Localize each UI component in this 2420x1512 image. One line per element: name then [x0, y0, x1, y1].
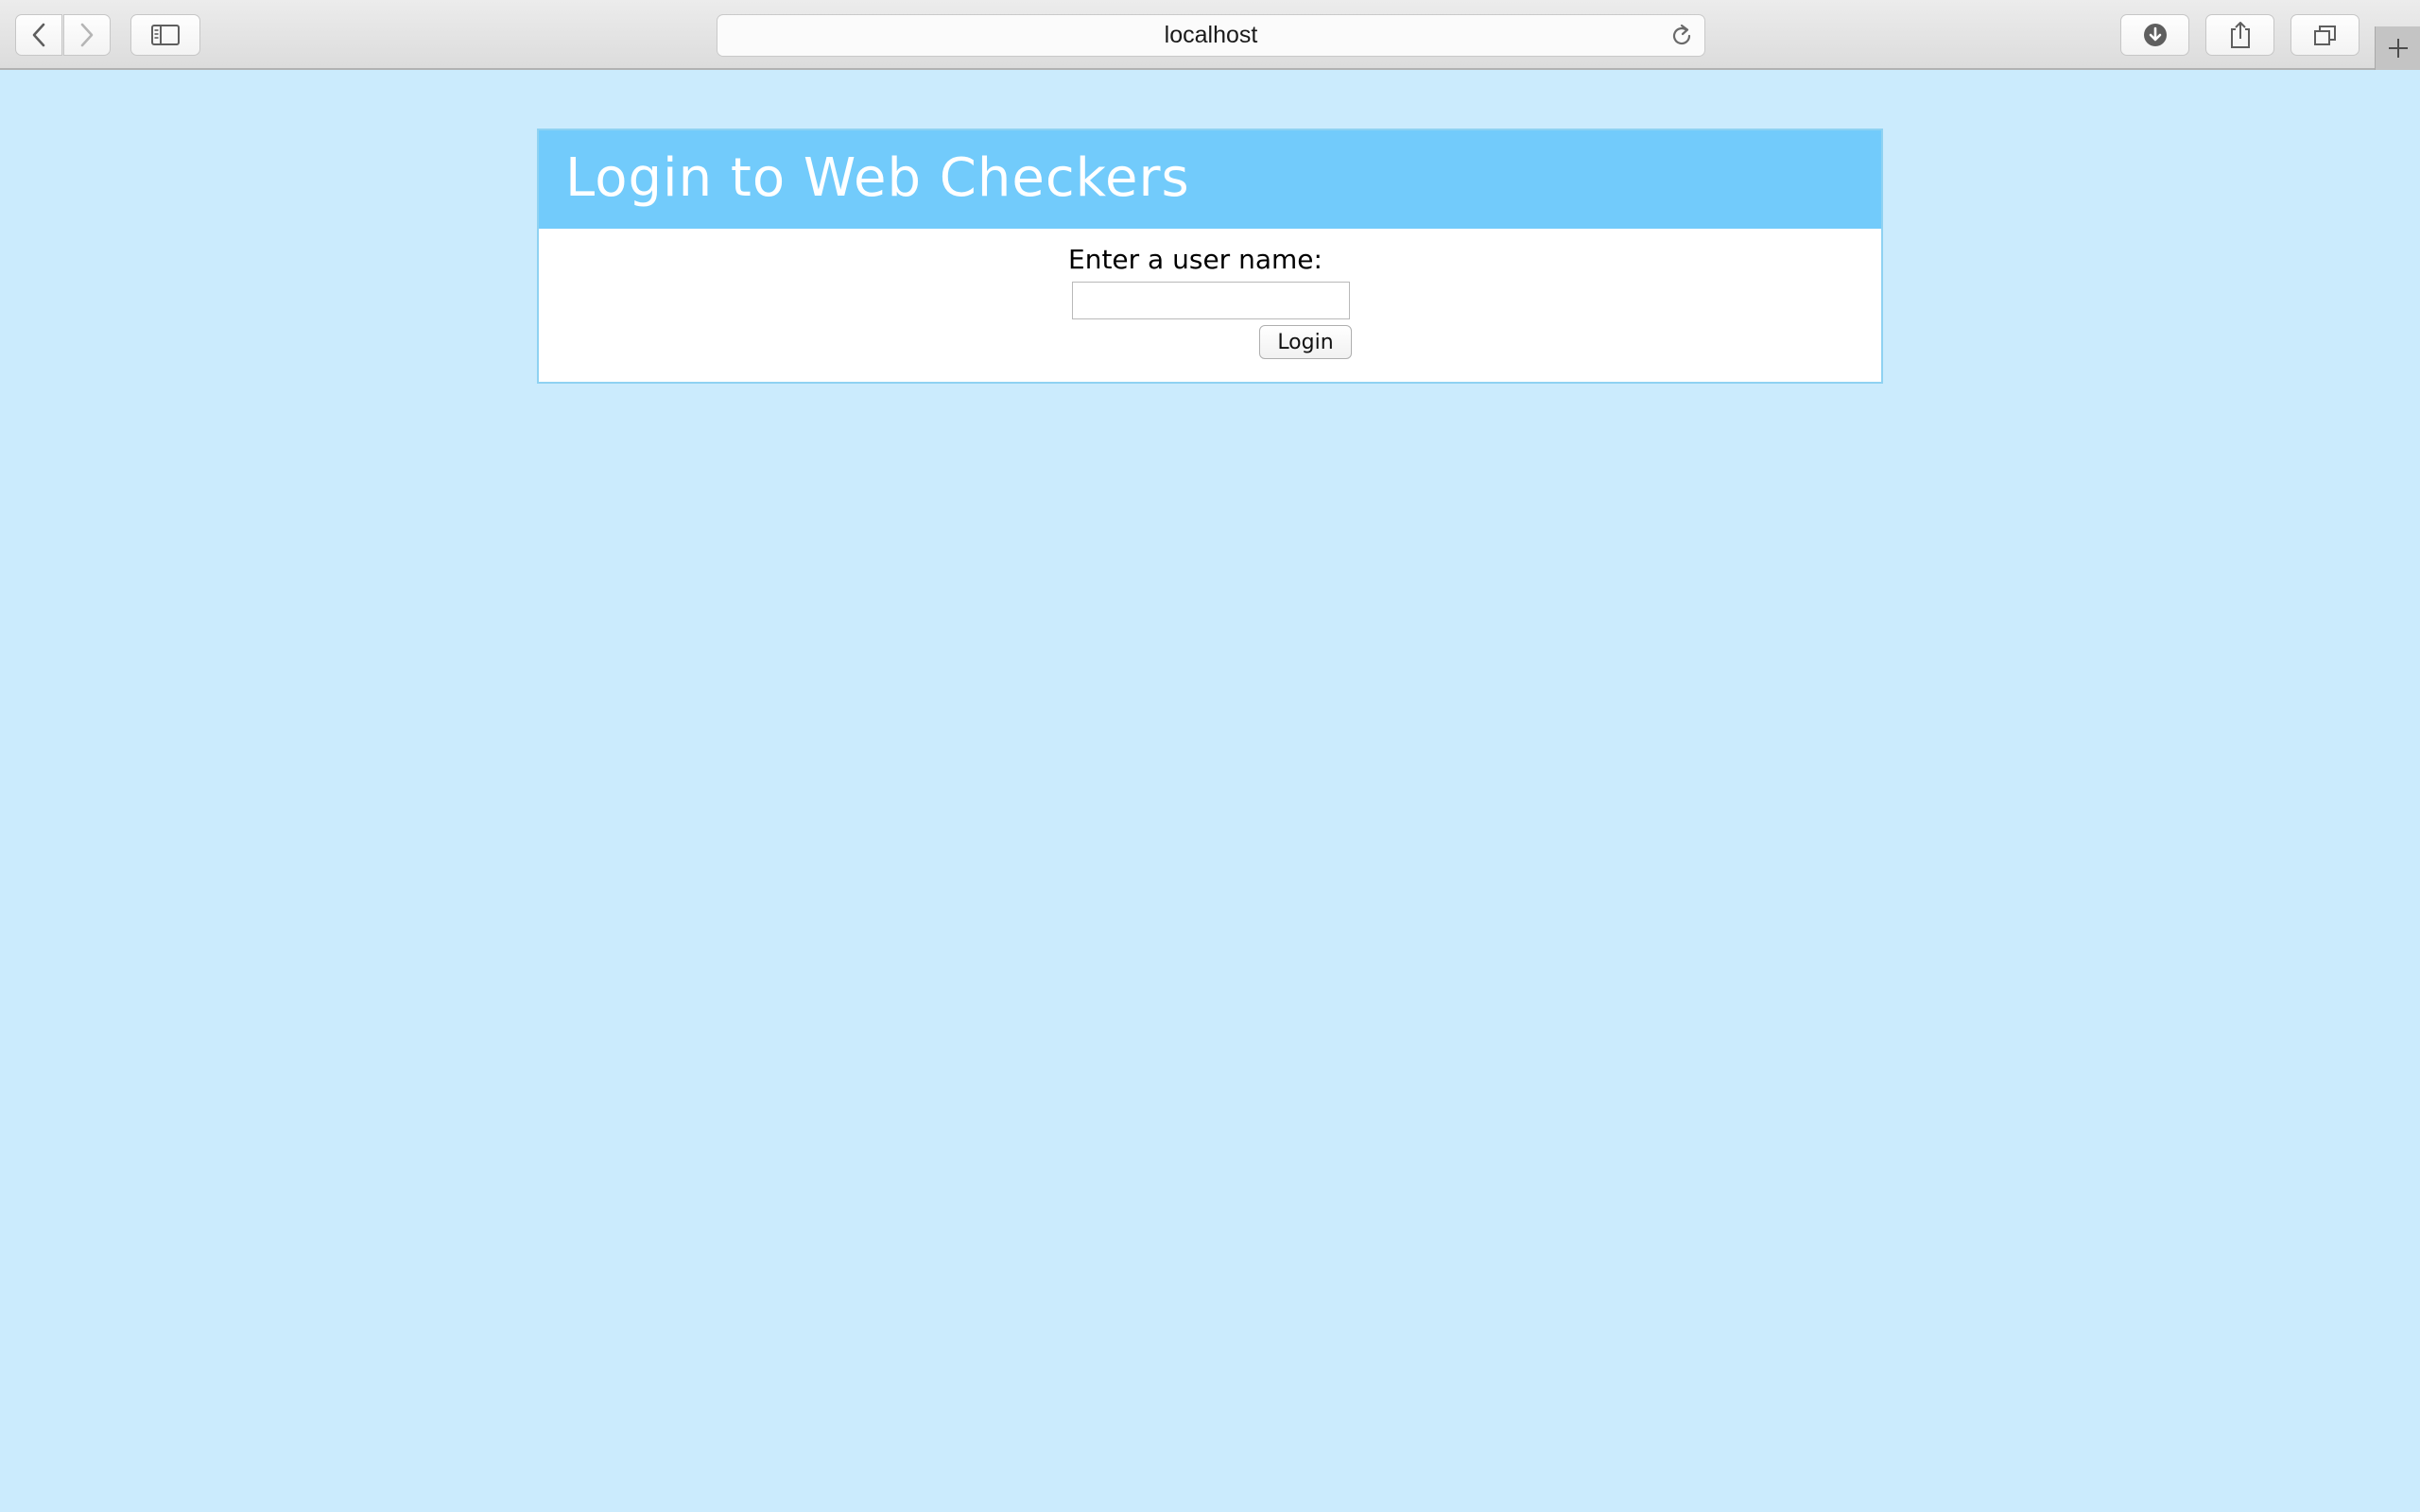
login-form: Enter a user name: Login — [539, 229, 1881, 384]
login-button[interactable]: Login — [1259, 325, 1352, 359]
sidebar-icon — [151, 25, 180, 45]
address-text: localhost — [1164, 22, 1258, 48]
chevron-right-icon — [80, 23, 94, 47]
username-input[interactable] — [1072, 282, 1350, 319]
plus-icon — [2388, 39, 2408, 58]
login-header: Login to Web Checkers — [539, 130, 1881, 229]
browser-toolbar: localhost — [0, 0, 2420, 70]
tab-overview-button[interactable] — [2290, 14, 2360, 56]
sidebar-toggle-button[interactable] — [130, 14, 200, 56]
address-bar[interactable]: localhost — [717, 14, 1705, 57]
forward-button[interactable] — [63, 14, 111, 56]
tabs-overview-icon — [2313, 26, 2336, 45]
new-tab-button[interactable] — [2375, 26, 2420, 70]
login-panel: Login to Web Checkers Enter a user name:… — [537, 129, 1883, 384]
back-button[interactable] — [15, 14, 62, 56]
username-label: Enter a user name: — [1068, 244, 1322, 275]
share-icon — [2230, 22, 2250, 48]
download-icon — [2143, 24, 2167, 46]
page-title: Login to Web Checkers — [565, 147, 1190, 209]
downloads-button[interactable] — [2120, 14, 2189, 56]
share-button[interactable] — [2205, 14, 2274, 56]
chevron-left-icon — [32, 23, 45, 47]
reload-icon[interactable] — [1669, 24, 1694, 48]
